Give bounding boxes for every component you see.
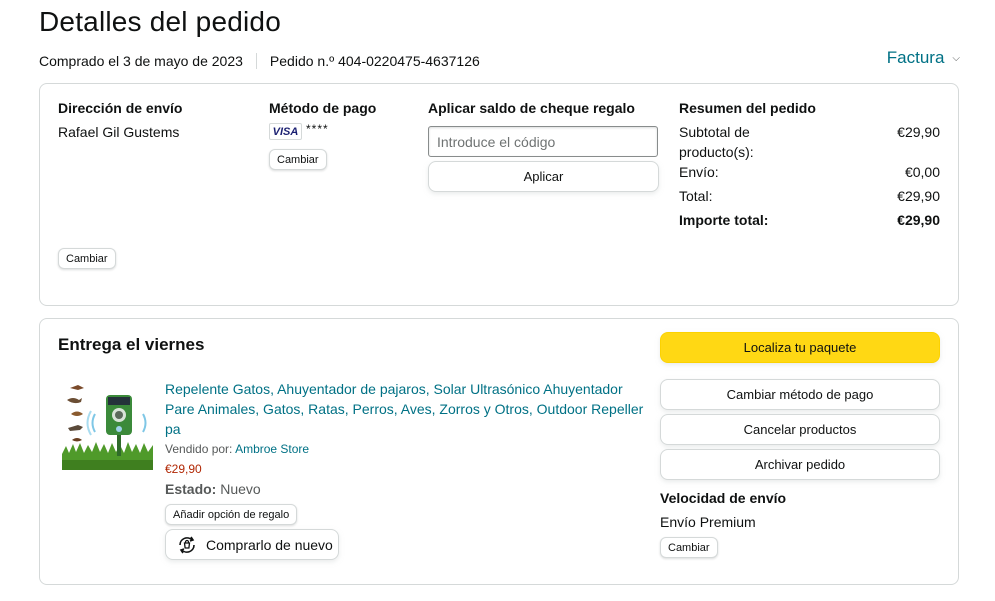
product-condition: Estado: Nuevo — [165, 481, 261, 497]
track-package-button[interactable]: Localiza tu paquete — [660, 332, 940, 363]
product-image-graphic — [62, 380, 153, 470]
product-title-link[interactable]: Repelente Gatos, Ahuyentador de pajaros,… — [165, 379, 645, 439]
product-price: €29,90 — [165, 462, 202, 476]
change-payment-method-button[interactable]: Cambiar método de pago — [660, 379, 940, 410]
page-title: Detalles del pedido — [39, 6, 281, 37]
summary-label: Envío: — [679, 164, 719, 180]
summary-label: Total: — [679, 188, 713, 204]
buy-again-icon — [176, 534, 198, 556]
apply-gift-card-button[interactable]: Aplicar — [428, 161, 659, 192]
visa-card-icon: VISA — [269, 123, 302, 140]
summary-value: €29,90 — [897, 212, 940, 228]
invoice-dropdown[interactable]: Factura ⌵ — [887, 48, 960, 68]
buy-again-label: Comprarlo de nuevo — [206, 536, 333, 553]
add-gift-option-button[interactable]: Añadir opción de regalo — [165, 504, 298, 525]
summary-row-shipping: Envío: €0,00 — [679, 162, 940, 182]
purchase-date: Comprado el 3 de mayo de 2023 — [39, 53, 243, 69]
shipping-speed-title: Velocidad de envío — [660, 490, 787, 506]
condition-value: Nuevo — [220, 481, 261, 497]
gift-card-code-input[interactable] — [428, 126, 658, 157]
meta-divider — [255, 53, 257, 69]
payment-method-title: Método de pago — [269, 100, 377, 116]
summary-label: Subtotal de producto(s): — [679, 124, 754, 160]
summary-row-subtotal: Subtotal de producto(s): €29,90 — [679, 122, 940, 162]
order-number: Pedido n.º 404-0220475-4637126 — [269, 53, 480, 69]
chevron-down-icon: ⌵ — [952, 52, 960, 64]
change-shipping-speed-button[interactable]: Cambiar — [660, 537, 718, 558]
shipping-name: Rafael Gil Gustems — [58, 124, 180, 140]
seller-link[interactable]: Ambroe Store — [235, 442, 309, 456]
invoice-label: Factura — [886, 48, 945, 67]
delivery-title: Entrega el viernes — [58, 335, 205, 354]
summary-value: €29,90 — [897, 188, 940, 204]
buy-again-button[interactable]: Comprarlo de nuevo — [165, 529, 339, 560]
archive-order-button[interactable]: Archivar pedido — [660, 449, 940, 480]
summary-row-grand-total: Importe total: €29,90 — [679, 210, 940, 230]
sold-by-label: Vendido por: — [165, 442, 233, 456]
seller-info: Vendido por: Ambroe Store — [165, 442, 309, 456]
shipping-speed-value: Envío Premium — [660, 514, 756, 530]
summary-row-total: Total: €29,90 — [679, 186, 940, 206]
gift-card-title: Aplicar saldo de cheque regalo — [428, 100, 635, 116]
card-masked-number: **** — [306, 122, 329, 136]
summary-value: €29,90 — [897, 124, 940, 140]
condition-label: Estado: — [165, 481, 217, 497]
cancel-items-button[interactable]: Cancelar productos — [660, 414, 940, 445]
change-address-button[interactable]: Cambiar — [58, 248, 116, 269]
order-meta: Comprado el 3 de mayo de 2023 Pedido n.º… — [39, 53, 480, 69]
shipping-address-title: Dirección de envío — [58, 100, 183, 116]
product-image[interactable] — [62, 380, 153, 470]
order-summary-title: Resumen del pedido — [679, 100, 816, 116]
summary-value: €0,00 — [904, 164, 940, 180]
change-payment-button[interactable]: Cambiar — [269, 149, 327, 170]
summary-label: Importe total: — [679, 212, 769, 228]
